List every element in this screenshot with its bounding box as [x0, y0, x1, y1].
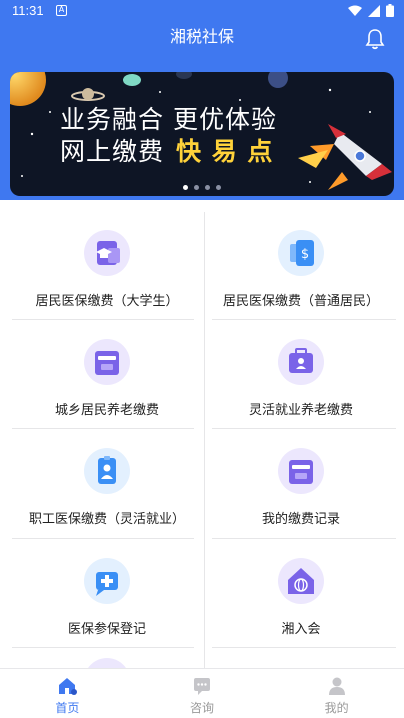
grid-divider	[212, 647, 396, 648]
banner-subline: 网上缴费快 易 点	[60, 132, 273, 168]
battery-icon	[386, 4, 394, 17]
carousel-dot[interactable]	[205, 185, 210, 190]
service-employee-medical[interactable]: 职工医保缴费（灵活就业）	[10, 428, 204, 537]
service-label: 城乡居民养老缴费	[54, 403, 159, 418]
medical-plus-icon	[84, 558, 130, 604]
page-title: 湘税社保	[169, 27, 234, 46]
service-label: 医保参保登记	[67, 622, 146, 637]
service-resident-medical[interactable]: $ 居民医保缴费（普通居民）	[204, 210, 398, 319]
service-payment-records[interactable]: 我的缴费记录	[204, 428, 398, 537]
banner-subline-highlight: 快 易 点	[176, 137, 274, 166]
home-globe-icon	[278, 558, 324, 604]
grid-divider	[12, 647, 194, 648]
briefcase-person-icon	[278, 339, 324, 385]
service-grid: 居民医保缴费（大学生） $ 居民医保缴费（普通居民） 城乡居民养老缴费 灵活就业…	[0, 200, 404, 668]
bottom-navigation: 首页 咨询 我的	[0, 668, 404, 718]
nav-mine[interactable]: 我的	[269, 669, 404, 718]
pension-box-icon	[84, 339, 130, 385]
carousel-dot[interactable]	[216, 185, 221, 190]
record-box-icon	[278, 448, 324, 494]
service-label: 灵活就业养老缴费	[248, 403, 353, 418]
nav-consult[interactable]: 咨询	[135, 669, 270, 718]
graduation-card-icon	[84, 230, 130, 276]
dollar-card-icon: $	[278, 230, 324, 276]
chat-icon	[194, 678, 210, 695]
rocket-graphic	[298, 124, 392, 190]
promo-banner[interactable]: 业务融合 更优体验 网上缴费快 易 点	[10, 72, 394, 196]
carousel-dot[interactable]	[183, 185, 188, 190]
service-label: 我的缴费记录	[261, 512, 340, 527]
service-flexible-pension[interactable]: 灵活就业养老缴费	[204, 319, 398, 428]
carousel-indicator	[10, 185, 394, 190]
service-label: 居民医保缴费（普通居民）	[222, 294, 379, 309]
nav-label: 我的	[324, 701, 349, 715]
service-label: 职工医保缴费（灵活就业）	[28, 512, 185, 527]
home-icon	[59, 678, 78, 695]
svg-text:$: $	[301, 247, 309, 262]
service-urban-rural-pension[interactable]: 城乡居民养老缴费	[10, 319, 204, 428]
service-college-medical[interactable]: 居民医保缴费（大学生）	[10, 210, 204, 319]
service-medical-registration[interactable]: 医保参保登记	[10, 538, 204, 647]
nav-label: 咨询	[190, 701, 215, 715]
bell-icon[interactable]	[364, 28, 386, 50]
nav-label: 首页	[55, 701, 80, 715]
service-label: 居民医保缴费（大学生）	[35, 294, 179, 309]
notification-a-icon: A	[56, 5, 67, 16]
service-label: 湘入会	[281, 622, 321, 637]
status-bar: 11:31 A	[0, 0, 404, 22]
id-badge-icon	[84, 448, 130, 494]
signal-icon	[368, 4, 380, 17]
status-time: 11:31	[12, 3, 44, 18]
user-icon	[328, 677, 345, 695]
banner-subline-prefix: 网上缴费	[60, 137, 165, 166]
banner-headline: 业务融合 更优体验	[60, 105, 277, 134]
status-icons	[348, 4, 394, 17]
nav-home[interactable]: 首页	[0, 669, 135, 718]
carousel-dot[interactable]	[194, 185, 199, 190]
app-header: 11:31 A 湘税社保 业务融合 更优体验 网上缴费 快 易 点	[0, 0, 404, 200]
wifi-icon	[348, 5, 362, 16]
service-xiangruhui[interactable]: 湘入会	[204, 538, 398, 647]
more-service-icon[interactable]	[84, 658, 130, 668]
